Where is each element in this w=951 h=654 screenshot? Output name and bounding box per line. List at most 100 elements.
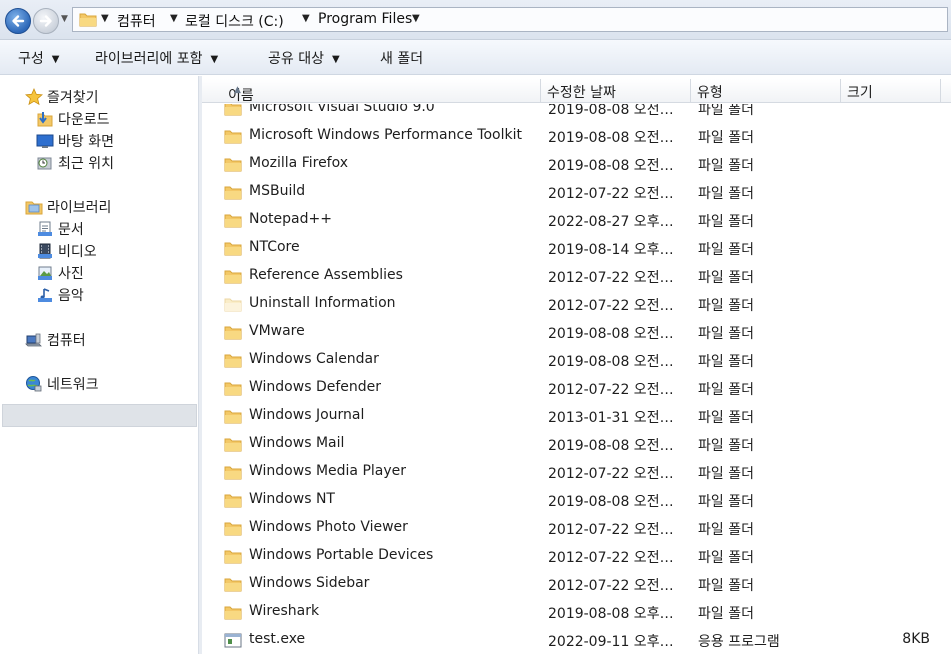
file-date-modified: 2012-07-22 오전… bbox=[548, 578, 674, 594]
file-row[interactable]: Microsoft Windows Performance Toolkit 201… bbox=[202, 122, 951, 150]
file-row[interactable]: Wireshark 2019-08-08 오후… 파일 폴더 bbox=[202, 598, 951, 626]
file-date-modified: 2012-07-22 오전… bbox=[548, 522, 674, 538]
file-size: 8KB bbox=[902, 631, 930, 647]
music-icon bbox=[38, 288, 52, 302]
sort-ascending-icon: ▲ bbox=[234, 85, 241, 95]
folder-icon bbox=[224, 410, 242, 424]
file-date-modified: 2019-08-08 오전… bbox=[548, 438, 674, 454]
nav-label: 문서 bbox=[58, 222, 84, 238]
videos-icon bbox=[38, 243, 52, 259]
libraries-icon bbox=[25, 201, 43, 215]
file-name: Notepad++ bbox=[249, 211, 332, 227]
folder-icon bbox=[224, 550, 242, 564]
file-row[interactable]: Windows Sidebar 2012-07-22 오전… 파일 폴더 bbox=[202, 570, 951, 598]
folder-icon bbox=[224, 438, 242, 452]
organize-menu[interactable]: 구성 ▼ bbox=[18, 48, 59, 68]
dropdown-arrow-icon: ▼ bbox=[51, 54, 60, 65]
address-box[interactable]: ▼ 컴퓨터 ▼ 로컬 디스크 (C:) ▼ Program Files ▼ bbox=[72, 7, 948, 32]
include-in-library-menu[interactable]: 라이브러리에 포함 ▼ bbox=[95, 48, 218, 68]
file-type: 파일 폴더 bbox=[698, 130, 754, 146]
breadcrumb-separator-icon[interactable]: ▼ bbox=[101, 13, 109, 24]
breadcrumb-separator-icon[interactable]: ▼ bbox=[170, 13, 178, 24]
nav-label: 즐겨찾기 bbox=[47, 90, 99, 106]
file-type: 파일 폴더 bbox=[698, 578, 754, 594]
column-header-name[interactable]: 이름 ▲ bbox=[202, 79, 541, 104]
breadcrumb-program-files[interactable]: Program Files bbox=[318, 11, 412, 27]
file-row[interactable]: Windows Photo Viewer 2012-07-22 오전… 파일 폴더 bbox=[202, 514, 951, 542]
file-type: 파일 폴더 bbox=[698, 270, 754, 286]
recent-pages-dropdown-icon[interactable]: ▼ bbox=[61, 14, 68, 24]
back-button[interactable] bbox=[5, 8, 31, 34]
file-row[interactable]: NTCore 2019-08-14 오후… 파일 폴더 bbox=[202, 234, 951, 262]
folder-icon bbox=[224, 494, 242, 508]
file-row[interactable]: Microsoft Visual Studio 9.0 2019-08-08 오전… bbox=[202, 104, 951, 122]
breadcrumb-computer[interactable]: 컴퓨터 bbox=[117, 11, 156, 31]
file-row[interactable]: Uninstall Information 2012-07-22 오전… 파일 폴더 bbox=[202, 290, 951, 318]
pictures-icon bbox=[38, 266, 52, 280]
file-name: Windows NT bbox=[249, 491, 335, 507]
desktop-icon bbox=[36, 134, 54, 148]
file-row[interactable]: VMware 2019-08-08 오전… 파일 폴더 bbox=[202, 318, 951, 346]
column-header-type[interactable]: 유형 bbox=[691, 79, 841, 103]
file-row[interactable]: Windows NT 2019-08-08 오전… 파일 폴더 bbox=[202, 486, 951, 514]
share-with-menu[interactable]: 공유 대상 ▼ bbox=[268, 48, 340, 68]
file-rows: Microsoft Visual Studio 9.0 2019-08-08 오전… bbox=[202, 104, 951, 654]
column-type-label: 유형 bbox=[697, 85, 723, 101]
file-date-modified: 2012-07-22 오전… bbox=[548, 186, 674, 202]
file-type: 파일 폴더 bbox=[698, 410, 754, 426]
file-row[interactable]: Windows Defender 2012-07-22 오전… 파일 폴더 bbox=[202, 374, 951, 402]
nav-label: 다운로드 bbox=[58, 112, 110, 128]
file-row[interactable]: Mozilla Firefox 2019-08-08 오전… 파일 폴더 bbox=[202, 150, 951, 178]
file-row[interactable]: Windows Journal 2013-01-31 오전… 파일 폴더 bbox=[202, 402, 951, 430]
downloads-folder-icon bbox=[37, 112, 53, 127]
breadcrumb-separator-icon[interactable]: ▼ bbox=[412, 13, 420, 24]
address-bar: ▼ ▼ 컴퓨터 ▼ 로컬 디스크 (C:) ▼ Program Files ▼ bbox=[0, 0, 951, 40]
file-type: 파일 폴더 bbox=[698, 382, 754, 398]
column-date-label: 수정한 날짜 bbox=[547, 85, 616, 101]
file-name: Windows Mail bbox=[249, 435, 345, 451]
file-date-modified: 2019-08-08 오후… bbox=[548, 606, 674, 622]
file-name: Windows Defender bbox=[249, 379, 382, 395]
folder-icon bbox=[224, 326, 242, 340]
column-header-row: 이름 ▲ 수정한 날짜 유형 크기 bbox=[202, 79, 951, 104]
folder-icon bbox=[224, 242, 242, 256]
recent-places-icon bbox=[37, 157, 52, 170]
file-name: Mozilla Firefox bbox=[249, 155, 349, 171]
back-arrow-icon bbox=[12, 15, 25, 27]
folder-icon bbox=[224, 270, 242, 284]
file-date-modified: 2019-08-08 오전… bbox=[548, 158, 674, 174]
column-header-date[interactable]: 수정한 날짜 bbox=[541, 79, 691, 103]
new-folder-button[interactable]: 새 폴더 bbox=[380, 48, 423, 68]
file-row[interactable]: Notepad++ 2022-08-27 오후… 파일 폴더 bbox=[202, 206, 951, 234]
nav-label: 네트워크 bbox=[47, 377, 99, 393]
file-row[interactable]: test.exe 2022-09-11 오후… 응용 프로그램 8KB bbox=[202, 626, 951, 654]
forward-button[interactable] bbox=[33, 8, 59, 34]
file-row[interactable]: Windows Mail 2019-08-08 오전… 파일 폴더 bbox=[202, 430, 951, 458]
file-date-modified: 2012-07-22 오전… bbox=[548, 270, 674, 286]
file-row[interactable]: Windows Media Player 2012-07-22 오전… 파일 폴더 bbox=[202, 458, 951, 486]
nav-label: 음악 bbox=[58, 288, 84, 304]
file-row[interactable]: Windows Portable Devices 2012-07-22 오전… 파일… bbox=[202, 542, 951, 570]
folder-icon bbox=[224, 214, 242, 228]
file-name: Windows Calendar bbox=[249, 351, 379, 367]
file-name: Windows Photo Viewer bbox=[249, 519, 408, 535]
file-row[interactable]: MSBuild 2012-07-22 오전… 파일 폴더 bbox=[202, 178, 951, 206]
file-type: 파일 폴더 bbox=[698, 466, 754, 482]
file-type: 파일 폴더 bbox=[698, 606, 754, 622]
column-header-size[interactable]: 크기 bbox=[841, 79, 941, 103]
file-name: Microsoft Windows Performance Toolkit bbox=[249, 127, 522, 143]
breadcrumb-separator-icon[interactable]: ▼ bbox=[302, 13, 310, 24]
dropdown-arrow-icon: ▼ bbox=[210, 54, 219, 65]
share-with-label: 공유 대상 bbox=[268, 51, 324, 67]
folder-icon bbox=[224, 466, 242, 480]
file-date-modified: 2022-08-27 오후… bbox=[548, 214, 674, 230]
column-size-label: 크기 bbox=[847, 85, 873, 101]
breadcrumb-local-disk[interactable]: 로컬 디스크 (C:) bbox=[185, 11, 284, 31]
folder-icon bbox=[224, 606, 242, 620]
file-row[interactable]: Windows Calendar 2019-08-08 오전… 파일 폴더 bbox=[202, 346, 951, 374]
file-row[interactable]: Reference Assemblies 2012-07-22 오전… 파일 폴더 bbox=[202, 262, 951, 290]
file-name: Windows Journal bbox=[249, 407, 365, 423]
file-type: 파일 폴더 bbox=[698, 158, 754, 174]
nav-label: 바탕 화면 bbox=[58, 134, 114, 150]
file-name: Uninstall Information bbox=[249, 295, 396, 311]
